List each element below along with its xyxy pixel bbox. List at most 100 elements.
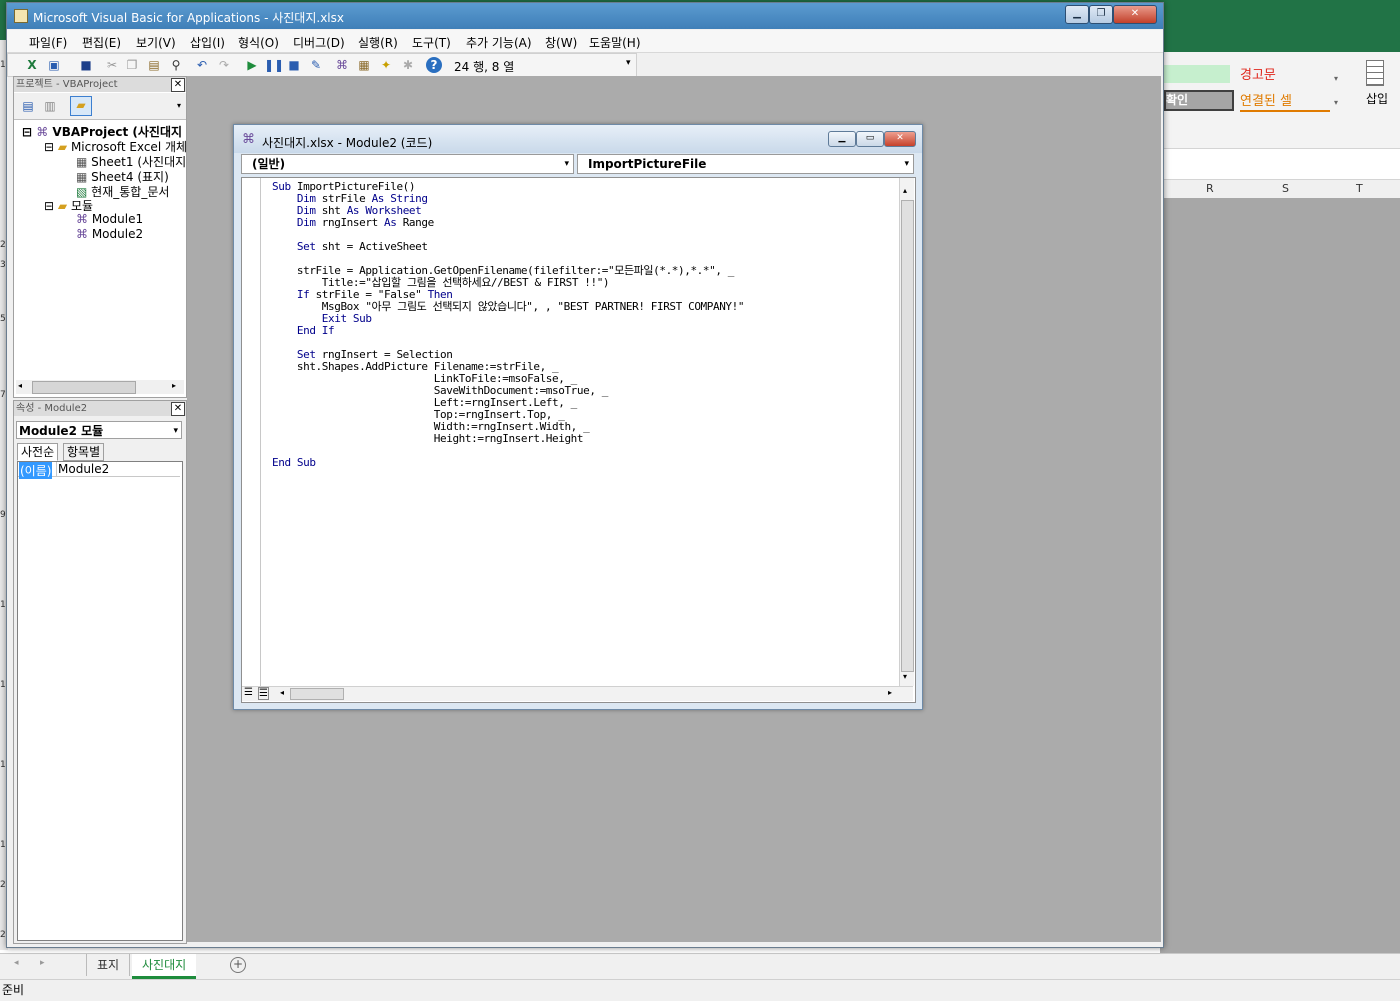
procedure-select[interactable]: ImportPictureFile ▾ [577,154,914,174]
style-linked-cell[interactable]: 연결된 셀 [1240,90,1330,112]
tab-alphabetic[interactable]: 사전순 [17,443,59,461]
style-check-partial[interactable]: 확인 [1164,90,1234,111]
project-pane-close-icon[interactable]: ✕ [171,78,185,92]
undo-icon[interactable]: ↶ [194,57,210,73]
menu-tools[interactable]: 도구(T) [412,34,451,51]
chevron-down-icon: ▾ [904,159,909,169]
tree-sheet4-label: Sheet4 (표지) [91,170,169,184]
toggle-folders-icon[interactable]: ▰ [70,96,92,116]
standard-toolbar: X ▣ ■ ✂ ❐ ▤ ⚲ ↶ ↷ ▶ ❚❚ ■ ✎ ⌘ ▦ ✦ ✱ ? 24 … [7,53,637,77]
code-text[interactable]: Sub ImportPictureFile() Dim strFile As S… [272,181,745,469]
project-pane-scroll-down-icon[interactable]: ▾ [177,101,181,110]
excel-icon[interactable]: X [24,57,40,73]
menu-bar: 파일(F) 편집(E) 보기(V) 삽입(I) 형식(O) 디버그(D) 실행(… [7,30,1163,53]
object-select-label: (일반) [252,157,286,171]
save-icon[interactable]: ■ [78,57,94,73]
code-vscroll[interactable]: ▴ ▾ [899,178,914,686]
module-icon: ⌘ [76,212,88,226]
procedure-view-icon[interactable]: ☰ [244,687,253,698]
full-module-view-icon[interactable]: ☰ [258,687,269,700]
paste-icon[interactable]: ▤ [146,57,162,73]
scroll-right-icon[interactable]: ▸ [888,688,892,697]
row-number: 2 [0,240,6,250]
property-row[interactable]: (이름) Module2 [18,462,180,479]
styles-scroll-up[interactable]: ▾ [1334,74,1338,83]
scroll-thumb[interactable] [901,200,914,672]
sheet-tab-bar: ◂ ▸ 표지 사진대지 + [0,953,1400,980]
new-sheet-icon[interactable]: + [230,957,246,973]
code-editor[interactable]: Sub ImportPictureFile() Dim strFile As S… [241,177,916,703]
menu-addins[interactable]: 추가 기능(A) [466,34,532,51]
design-mode-icon[interactable]: ✎ [308,57,324,73]
insert-button[interactable]: 삽입 [1366,90,1388,107]
break-icon[interactable]: ❚❚ [264,57,284,73]
minimize-button[interactable]: ▁ [1065,5,1089,24]
close-button[interactable]: ✕ [1113,5,1157,24]
insert-userform-icon[interactable]: ▣ [46,57,62,73]
run-icon[interactable]: ▶ [244,57,260,73]
column-header-r[interactable]: R [1206,182,1214,195]
view-code-icon[interactable]: ▤ [20,98,36,114]
object-select[interactable]: (일반) ▾ [241,154,574,174]
style-check-cell[interactable] [1164,65,1230,83]
sheet-icon: ▦ [76,170,88,184]
properties-object-select[interactable]: Module2 모듈 ▾ [16,421,182,439]
help-icon[interactable]: ? [426,57,442,73]
tab-categorized[interactable]: 항목별 [63,443,105,461]
scroll-left-icon[interactable]: ◂ [18,381,22,390]
copy-icon[interactable]: ❐ [124,57,140,73]
find-icon[interactable]: ⚲ [168,57,184,73]
project-pane-hscroll[interactable]: ◂ ▸ [16,380,184,394]
scroll-up-icon[interactable]: ▴ [903,186,907,195]
properties-pane-close-icon[interactable]: ✕ [171,402,185,416]
scroll-down-icon[interactable]: ▾ [903,672,907,681]
menu-edit[interactable]: 편집(E) [82,34,121,51]
code-hscroll[interactable]: ☰ ☰ ◂ ▸ [242,686,913,701]
scroll-thumb[interactable] [290,688,344,700]
toolbar-options-icon[interactable]: ▾ [626,58,631,68]
menu-insert[interactable]: 삽입(I) [190,34,225,51]
tree-module1[interactable]: ⌘ Module1 [76,212,143,226]
sheet-tab-photo[interactable]: 사진대지 [132,954,197,979]
view-object-icon[interactable]: ▥ [42,98,58,114]
sheet-scroll-right-icon[interactable]: ▸ [40,958,45,968]
menu-debug[interactable]: 디버그(D) [293,34,345,51]
vba-app-icon [14,9,28,23]
styles-more[interactable]: ▾ [1334,98,1338,107]
object-browser-icon[interactable]: ✦ [378,57,394,73]
menu-view[interactable]: 보기(V) [136,34,176,51]
maximize-button[interactable]: ❐ [1089,5,1113,24]
insert-cells-icon[interactable] [1366,60,1384,86]
properties-icon[interactable]: ▦ [356,57,372,73]
cut-icon[interactable]: ✂ [104,57,120,73]
code-minimize-button[interactable]: ▁ [828,131,856,147]
property-value[interactable]: Module2 [56,462,109,476]
cursor-position: 24 행, 8 열 [454,60,515,74]
menu-file[interactable]: 파일(F) [29,34,67,51]
project-icon: ⌘ [36,125,49,139]
menu-run[interactable]: 실행(R) [358,34,398,51]
code-close-button[interactable]: ✕ [884,131,916,147]
menu-help[interactable]: 도움말(H) [589,34,641,51]
formula-bar[interactable] [1160,149,1400,180]
tree-module2[interactable]: ⌘ Module2 [76,227,143,241]
margin-indicator-bar[interactable] [242,178,261,686]
code-maximize-button[interactable]: ▭ [856,131,884,147]
column-header-t[interactable]: T [1356,182,1363,195]
sheet-tab-cover[interactable]: 표지 [86,954,131,976]
scroll-right-icon[interactable]: ▸ [172,381,176,390]
project-explorer-icon[interactable]: ⌘ [334,57,350,73]
worksheet-grid[interactable] [1160,198,1400,953]
menu-window[interactable]: 창(W) [545,34,577,51]
column-header-s[interactable]: S [1282,182,1289,195]
redo-icon[interactable]: ↷ [216,57,232,73]
reset-icon[interactable]: ■ [286,57,302,73]
vbe-title-bar[interactable]: Microsoft Visual Basic for Applications … [7,3,1163,29]
style-warning[interactable]: 경고문 [1240,64,1276,83]
code-window-title-bar[interactable]: ⌘ 사진대지.xlsx - Module2 (코드) ▁ ▭ ✕ [234,125,922,153]
menu-format[interactable]: 형식(O) [238,34,279,51]
scroll-thumb[interactable] [32,381,136,394]
scroll-left-icon[interactable]: ◂ [280,688,284,697]
sheet-scroll-left-icon[interactable]: ◂ [14,958,19,968]
toolbox-icon[interactable]: ✱ [400,57,416,73]
